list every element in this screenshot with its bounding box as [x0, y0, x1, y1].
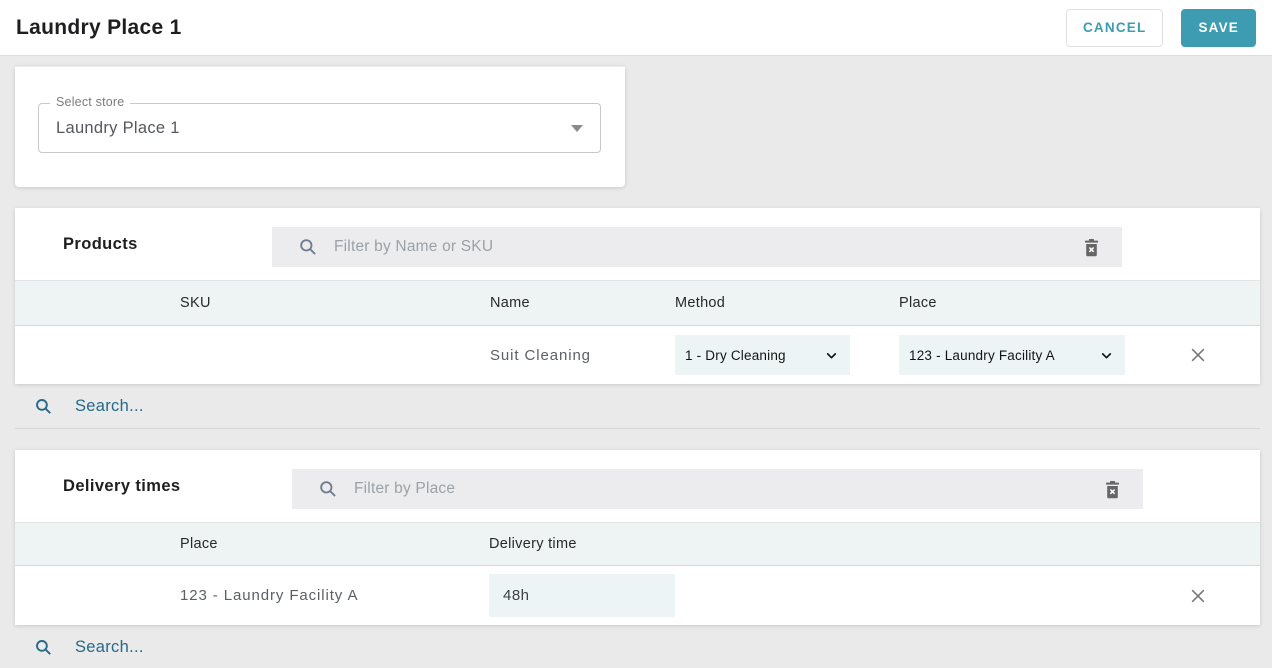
- cancel-button[interactable]: CANCEL: [1066, 9, 1163, 47]
- delivery-search-input[interactable]: [75, 638, 1260, 657]
- column-header-place: Place: [180, 536, 489, 552]
- column-header-place: Place: [899, 295, 1135, 311]
- search-icon: [34, 638, 53, 657]
- products-filter-field: [272, 227, 1122, 267]
- products-table-header: SKU Name Method Place: [15, 280, 1260, 326]
- product-search-input[interactable]: [75, 397, 1260, 416]
- method-select-value: 1 - Dry Cleaning: [685, 348, 817, 363]
- trash-clear-icon: [1103, 479, 1122, 500]
- products-section: Products SKU Name Method Place Suit Clea…: [15, 208, 1260, 384]
- products-title: Products: [63, 235, 138, 254]
- delivery-times-header: Delivery times: [15, 450, 1260, 522]
- chevron-down-icon: [571, 125, 583, 132]
- place-select-value: 123 - Laundry Facility A: [909, 348, 1092, 363]
- search-icon: [34, 397, 53, 416]
- products-filter-input[interactable]: [334, 238, 1080, 256]
- delivery-table-header: Place Delivery time: [15, 522, 1260, 566]
- clear-delivery-filter-button[interactable]: [1101, 477, 1123, 501]
- product-search-row: [15, 384, 1260, 429]
- place-select[interactable]: 123 - Laundry Facility A: [899, 335, 1125, 375]
- column-header-delivery-time: Delivery time: [489, 536, 1135, 552]
- trash-clear-icon: [1082, 237, 1101, 258]
- store-card: Select store Laundry Place 1: [15, 66, 625, 187]
- column-header-name: Name: [490, 295, 675, 311]
- delivery-times-title: Delivery times: [63, 477, 181, 496]
- table-row: Suit Cleaning 1 - Dry Cleaning 123 - Lau…: [15, 326, 1260, 384]
- delivery-filter-input[interactable]: [354, 480, 1101, 498]
- store-select[interactable]: Select store Laundry Place 1: [38, 103, 601, 153]
- remove-product-button[interactable]: [1185, 342, 1211, 368]
- products-header: Products: [15, 208, 1260, 280]
- column-header-sku: SKU: [180, 295, 490, 311]
- column-header-method: Method: [675, 295, 899, 311]
- clear-products-filter-button[interactable]: [1080, 235, 1102, 259]
- delivery-place: 123 - Laundry Facility A: [180, 587, 489, 604]
- delivery-times-section: Delivery times Place Delivery time 123 -…: [15, 450, 1260, 625]
- save-button[interactable]: SAVE: [1181, 9, 1256, 47]
- delivery-search-row: [15, 625, 1260, 668]
- delivery-filter-field: [292, 469, 1143, 509]
- search-icon: [318, 479, 338, 499]
- page-title: Laundry Place 1: [16, 16, 1066, 40]
- method-select[interactable]: 1 - Dry Cleaning: [675, 335, 850, 375]
- store-select-label: Select store: [50, 95, 130, 109]
- chevron-down-icon: [1100, 349, 1113, 362]
- product-name: Suit Cleaning: [490, 347, 675, 364]
- table-row: 123 - Laundry Facility A: [15, 566, 1260, 625]
- delivery-time-input[interactable]: [489, 574, 675, 617]
- divider: [15, 66, 625, 67]
- header-actions: CANCEL SAVE: [1066, 9, 1256, 47]
- close-icon: [1188, 586, 1208, 606]
- chevron-down-icon: [825, 349, 838, 362]
- remove-delivery-time-button[interactable]: [1185, 583, 1211, 609]
- top-bar: Laundry Place 1 CANCEL SAVE: [0, 0, 1272, 56]
- search-icon: [298, 237, 318, 257]
- close-icon: [1188, 345, 1208, 365]
- store-select-value: Laundry Place 1: [39, 104, 600, 152]
